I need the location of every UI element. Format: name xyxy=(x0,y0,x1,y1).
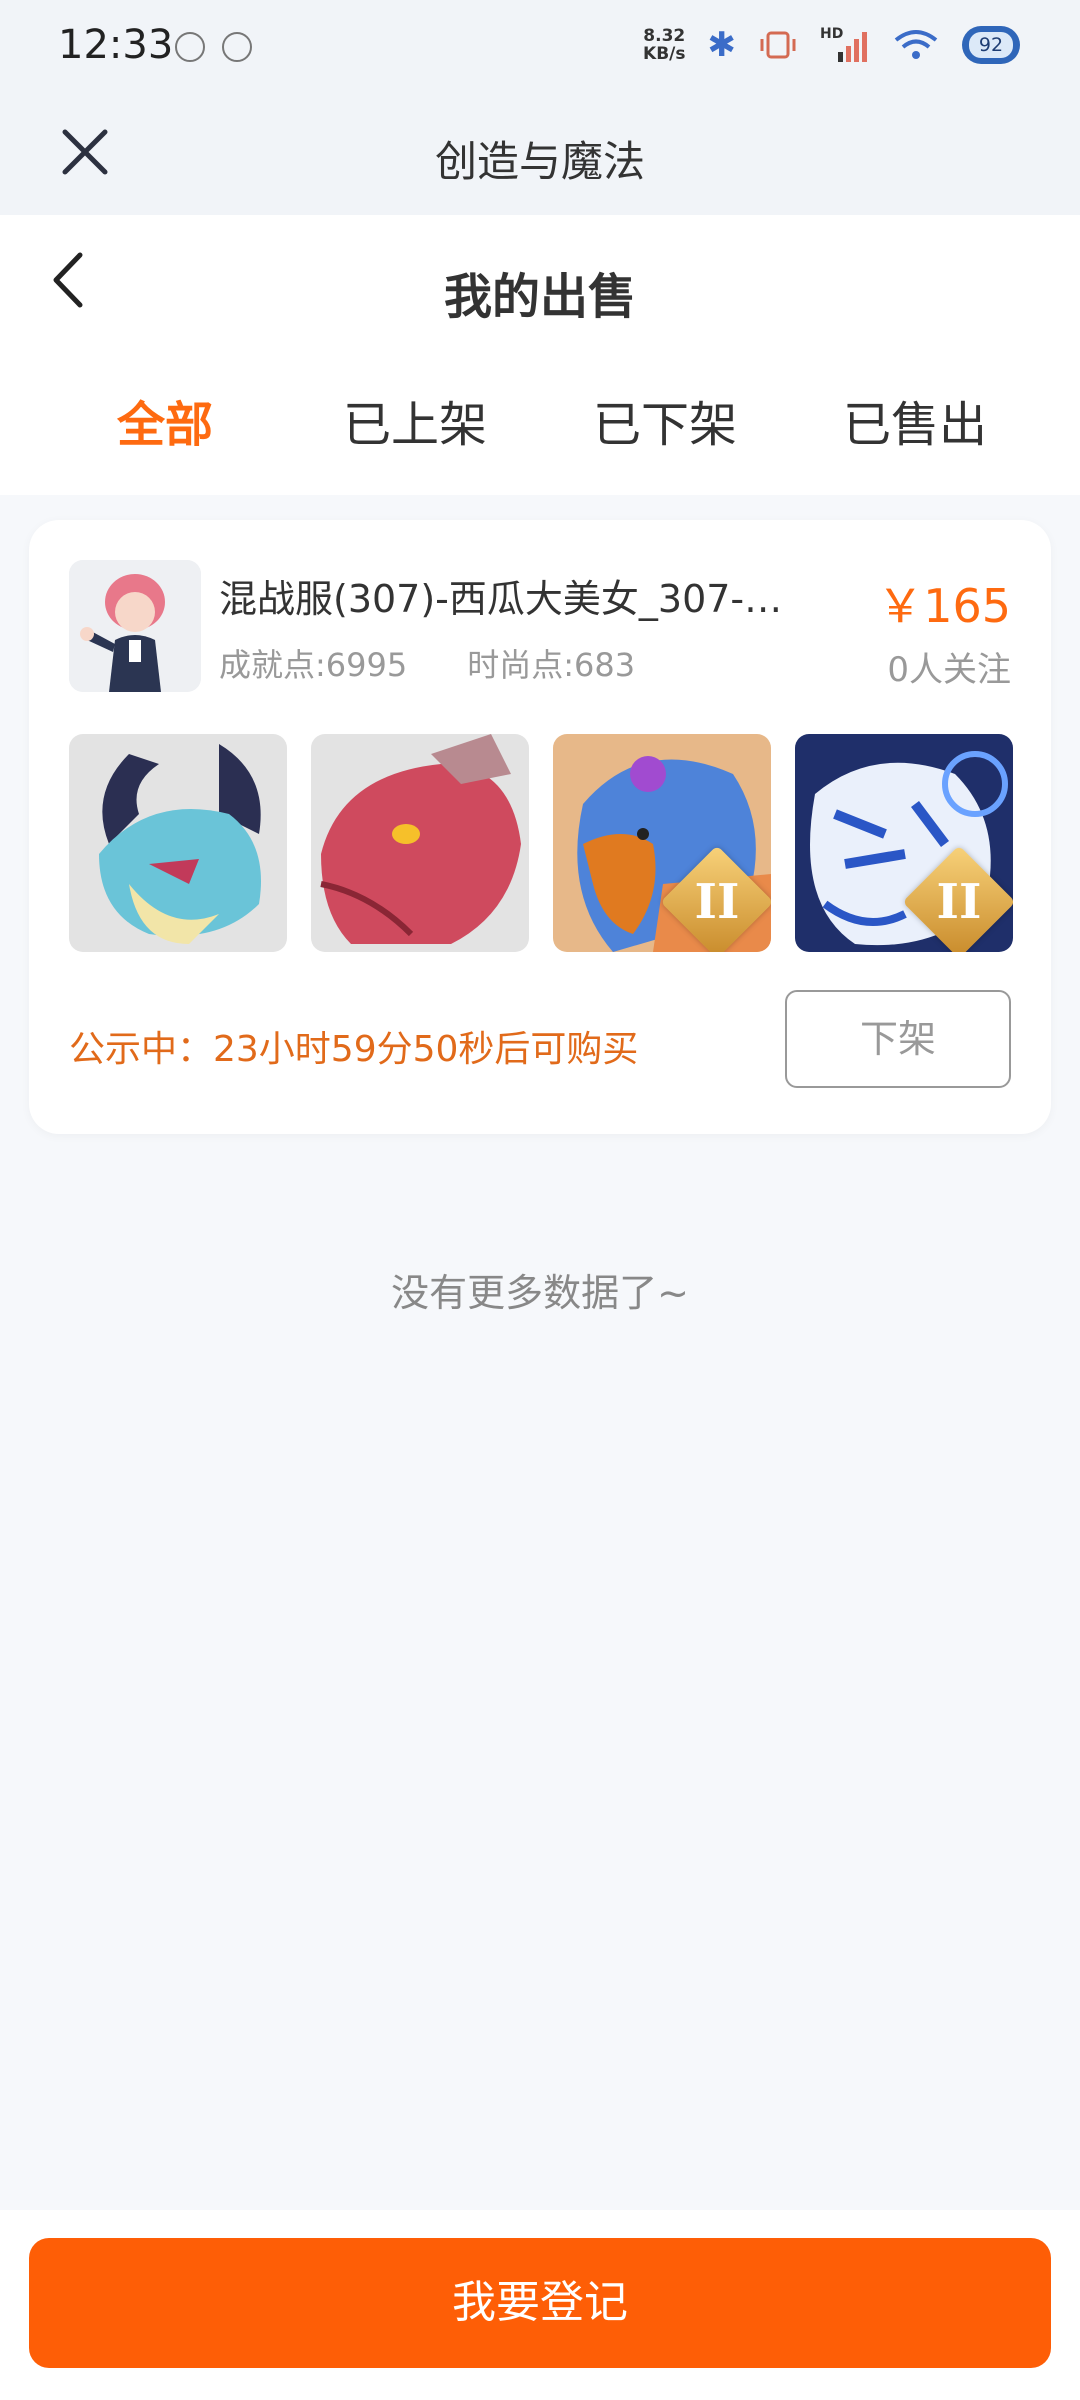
app-title: 创造与魔法 xyxy=(434,137,645,186)
listing-stats: 成就点:6995 时尚点:683 xyxy=(219,640,635,686)
fashion-points: 时尚点:683 xyxy=(467,646,636,684)
achievement-points: 成就点:6995 xyxy=(219,646,408,684)
rank-badge-label: II xyxy=(694,874,740,930)
character-avatar xyxy=(69,560,201,692)
webview-header: 创造与魔法 xyxy=(0,100,1080,215)
follower-count: 0人关注 xyxy=(887,650,1011,690)
vibrate-icon xyxy=(760,31,796,59)
status-bar: 12:33 8.32 KB/s ✱ HD 92 xyxy=(0,0,1080,100)
rank-badge-label: II xyxy=(936,874,982,930)
net-speed: 8.32 KB/s xyxy=(643,27,685,63)
signal-icon: HD xyxy=(820,26,870,64)
tab-listed[interactable]: 已上架 xyxy=(290,370,540,480)
pet-thumbnail[interactable] xyxy=(311,734,529,952)
bluetooth-icon: ✱ xyxy=(707,25,737,65)
delist-button[interactable]: 下架 xyxy=(785,990,1011,1088)
tab-sold[interactable]: 已售出 xyxy=(790,370,1040,480)
net-speed-value: 8.32 xyxy=(643,26,686,46)
pet-thumbnail[interactable]: II xyxy=(795,734,1013,952)
end-of-list-text: 没有更多数据了~ xyxy=(391,1271,689,1315)
public-notice: 公示中：23小时59分50秒后可购买 xyxy=(69,1029,639,1070)
battery-indicator: 92 xyxy=(962,26,1020,64)
page-header: 我的出售 全部 已上架 已下架 已售出 xyxy=(0,215,1080,495)
battery-level: 92 xyxy=(968,32,1014,58)
tab-bar: 全部 已上架 已下架 已售出 xyxy=(0,370,1080,480)
net-speed-unit: KB/s xyxy=(643,44,686,64)
listing-price: ￥165 xyxy=(877,579,1011,633)
tab-delisted[interactable]: 已下架 xyxy=(540,370,790,480)
wifi-icon xyxy=(894,30,938,59)
pet-list: II II xyxy=(69,734,1013,952)
notification-icon xyxy=(222,32,252,62)
page-title: 我的出售 xyxy=(443,269,636,325)
status-time: 12:33 xyxy=(58,22,174,68)
bottom-bar: 我要登记 xyxy=(0,2210,1080,2400)
status-icons: 8.32 KB/s ✱ HD 92 xyxy=(643,25,1020,65)
pet-thumbnail[interactable]: II xyxy=(553,734,771,952)
listing-title: 混战服(307)-西瓜大美女_307-… xyxy=(219,577,783,621)
tab-all[interactable]: 全部 xyxy=(40,370,290,480)
pet-thumbnail[interactable] xyxy=(69,734,287,952)
register-button[interactable]: 我要登记 xyxy=(29,2238,1051,2368)
notification-icon xyxy=(175,32,205,62)
listing-card[interactable]: 混战服(307)-西瓜大美女_307-… 成就点:6995 时尚点:683 ￥1… xyxy=(29,520,1051,1134)
